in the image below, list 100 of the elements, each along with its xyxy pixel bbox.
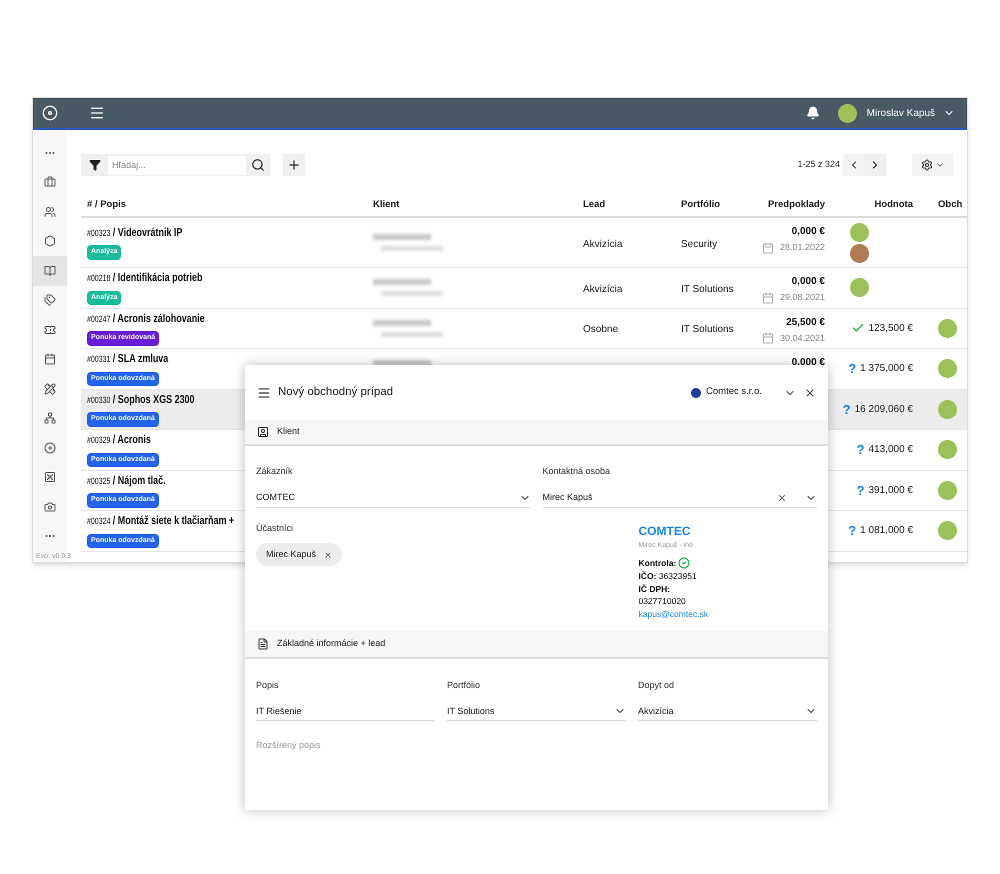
check-label: Kontrola: xyxy=(638,557,676,570)
deal-title: / Montáž siete k tlačiarňam + xyxy=(112,514,234,530)
book-icon xyxy=(44,264,56,277)
calendar-icon xyxy=(762,332,774,344)
avatar xyxy=(838,104,857,122)
users-icon xyxy=(44,206,56,218)
menu-icon[interactable] xyxy=(89,105,105,121)
hexagon-icon xyxy=(44,235,56,248)
field-label: Kontaktná osoba xyxy=(542,465,612,478)
question-mark-icon: ? xyxy=(848,359,856,378)
column-header: Lead xyxy=(583,198,606,212)
deal-number: #00330 xyxy=(87,394,110,407)
avatar xyxy=(938,521,957,540)
user-name[interactable]: Miroslav Kapuš xyxy=(866,106,935,120)
search-icon xyxy=(251,158,265,172)
logo-icon xyxy=(42,105,58,121)
settings-button[interactable] xyxy=(912,154,953,176)
section-title: Klient xyxy=(277,425,300,438)
network-icon xyxy=(44,412,56,424)
notification-icon[interactable] xyxy=(806,106,820,120)
select-field[interactable]: IT Solutions xyxy=(447,702,626,722)
date-text: 30.04.2021 xyxy=(780,332,825,344)
contact-select[interactable]: Mirec Kapuš xyxy=(542,488,817,508)
blurred-text xyxy=(373,320,431,326)
blurred-text xyxy=(373,279,431,286)
avatar xyxy=(938,440,957,460)
document-icon xyxy=(257,638,269,650)
portfolio-text: Security xyxy=(681,238,718,250)
value-amount: 391,000 € xyxy=(868,484,913,498)
expected-amount: 0,000 € xyxy=(792,225,825,239)
remove-icon[interactable] xyxy=(324,550,332,558)
close-icon[interactable] xyxy=(804,386,816,398)
contact-value: Mirec Kapuš xyxy=(542,490,594,504)
deal-title: / SLA zmluva xyxy=(112,352,168,368)
deal-title: / Sophos XGS 2300 xyxy=(112,392,195,408)
ico-text: IČO: 36323951 xyxy=(638,570,698,582)
lead-text: Akvizícia xyxy=(583,238,622,250)
calendar-icon xyxy=(762,242,774,254)
briefcase-icon xyxy=(44,176,56,188)
calendar-icon xyxy=(44,353,56,366)
portfolio-text: IT Solutions xyxy=(681,284,734,295)
date-text: 29.08.2021 xyxy=(780,291,825,304)
question-mark-icon: ? xyxy=(842,400,851,419)
field-label: Dopyt od xyxy=(638,678,676,692)
deal-title: / Nájom tlač. xyxy=(112,474,166,489)
avatar xyxy=(850,278,869,298)
email-link[interactable]: kapus@comtec.sk xyxy=(638,608,817,621)
avatar xyxy=(850,244,869,262)
deal-title: / Acronis zálohovanie xyxy=(112,312,205,327)
field-label: Portfólio xyxy=(447,678,482,692)
question-mark-icon: ? xyxy=(848,521,856,540)
vat-number: 0327710020 xyxy=(638,595,687,608)
vat-label: IČ DPH: xyxy=(638,582,672,596)
blurred-text xyxy=(381,246,443,251)
sidebar-item[interactable] xyxy=(33,256,67,286)
ticket-icon xyxy=(44,324,56,336)
safe-icon xyxy=(44,471,56,484)
column-header: Portfólio xyxy=(681,198,722,212)
blurred-text xyxy=(373,234,431,240)
expected-amount: 25,500 € xyxy=(786,316,825,330)
calendar-icon xyxy=(762,292,774,304)
deal-number: #00331 xyxy=(87,353,110,366)
input-field[interactable]: IT Riešenie xyxy=(256,702,435,722)
deal-number: #00324 xyxy=(87,515,110,528)
next-page-button[interactable] xyxy=(864,154,886,176)
value-amount: 123,500 € xyxy=(868,322,913,336)
participant-chip[interactable]: Mirec Kapuš xyxy=(256,543,342,566)
deal-number: #00218 xyxy=(87,272,110,286)
field-label: Účastníci xyxy=(256,522,294,534)
avatar xyxy=(850,222,869,242)
column-header: Obch xyxy=(937,198,964,212)
avatar xyxy=(938,359,957,378)
expected-amount: 0,000 € xyxy=(792,275,825,289)
deal-number: #00329 xyxy=(87,434,110,448)
menu-icon[interactable] xyxy=(257,386,271,400)
disc-icon xyxy=(44,442,56,454)
search-field[interactable]: Hľadaj... xyxy=(108,156,246,174)
column-header: Hodnota xyxy=(873,198,913,212)
customer-select[interactable]: COMTEC xyxy=(256,488,530,508)
clear-icon[interactable] xyxy=(777,492,787,502)
avatar xyxy=(938,480,957,500)
ruler-icon xyxy=(44,382,56,395)
filter-icon xyxy=(88,159,100,171)
add-button[interactable] xyxy=(283,154,305,176)
section-title: Základné informácie + lead xyxy=(277,637,386,650)
company-title: COMTEC xyxy=(638,522,692,540)
deal-title: / Identifikácia potrieb xyxy=(112,271,202,286)
field-label: Zákazník xyxy=(256,465,294,478)
company-name[interactable]: Comtec s.r.o. xyxy=(706,385,762,400)
question-mark-icon: ? xyxy=(856,440,864,460)
lead-text: Osobne xyxy=(583,324,618,336)
portfolio-text: IT Solutions xyxy=(681,324,734,336)
camera-icon xyxy=(44,500,56,513)
avatar xyxy=(938,318,957,338)
person-icon xyxy=(257,426,269,438)
select-field[interactable]: Akvizícia xyxy=(638,702,817,722)
value-amount: 1 375,000 € xyxy=(860,362,913,376)
previous-page-button[interactable] xyxy=(843,154,864,176)
settings-icon xyxy=(920,159,932,171)
description-field[interactable]: Rozšírený popis xyxy=(256,739,817,780)
